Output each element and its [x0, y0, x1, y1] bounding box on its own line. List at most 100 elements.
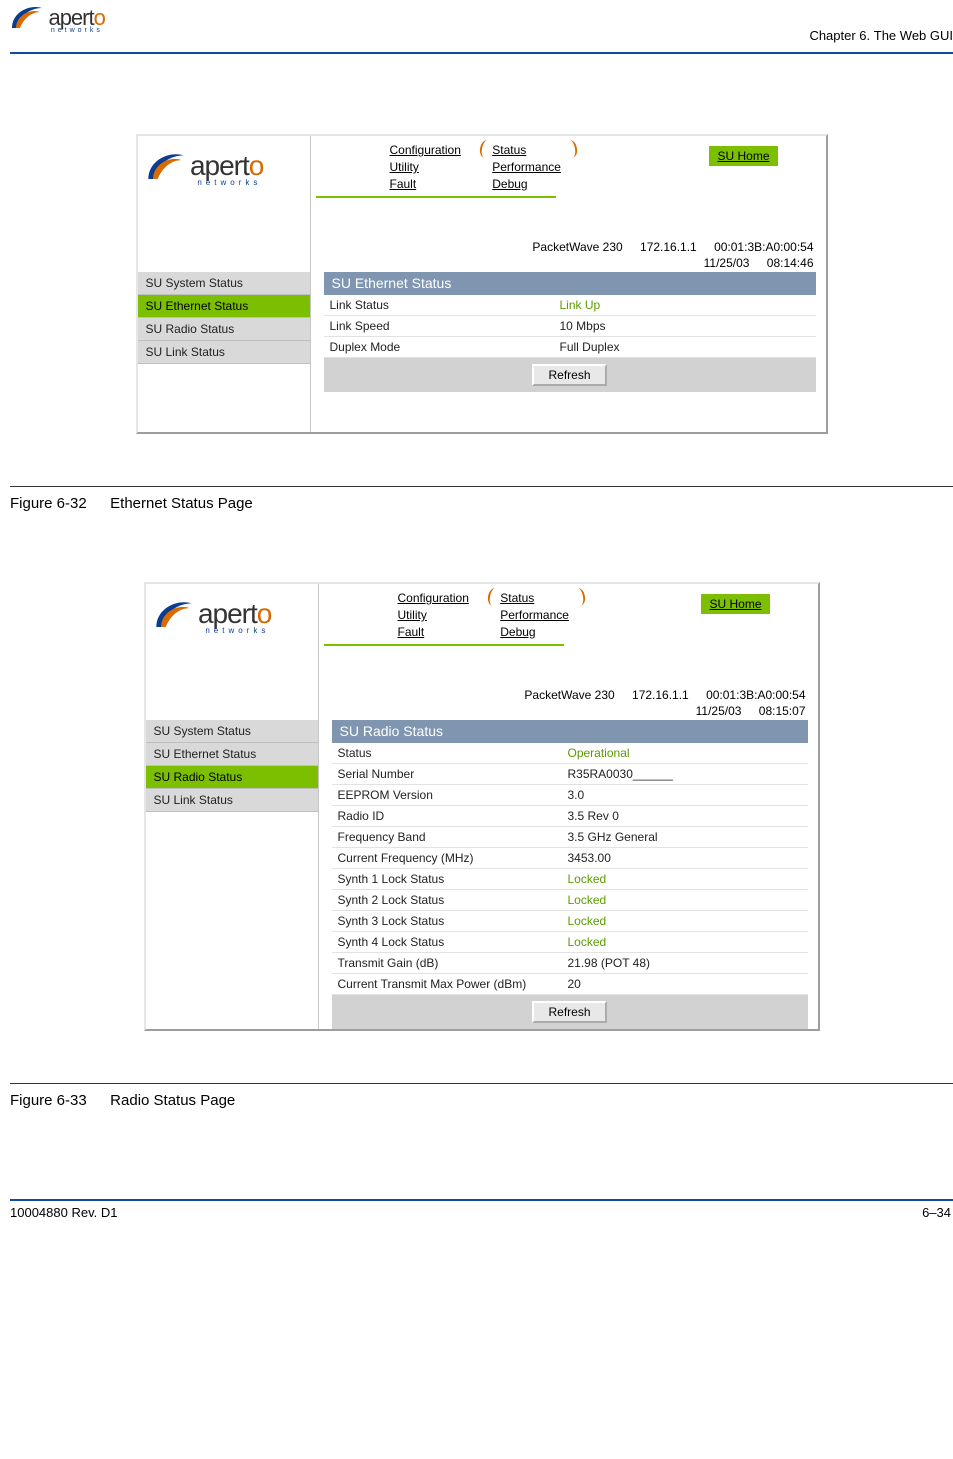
device-mac: 00:01:3B:A0:00:54	[714, 240, 813, 254]
figure-2-title: Radio Status Page	[110, 1092, 235, 1109]
row-value: 3.5 Rev 0	[568, 809, 802, 823]
table-row: Radio ID3.5 Rev 0	[332, 806, 808, 827]
row-value: Link Up	[560, 298, 810, 312]
row-label: Link Speed	[330, 319, 560, 333]
nav-fault[interactable]: Fault	[398, 624, 469, 641]
table-row: Duplex ModeFull Duplex	[324, 337, 816, 358]
sidebar-item[interactable]: SU Ethernet Status	[138, 295, 310, 318]
table-row: Link StatusLink Up	[324, 295, 816, 316]
device-ip: 172.16.1.1	[640, 240, 697, 254]
nav-debug[interactable]: Debug	[492, 176, 561, 193]
row-value: 21.98 (POT 48)	[568, 956, 802, 970]
table-row: Frequency Band3.5 GHz General	[332, 827, 808, 848]
row-label: Link Status	[330, 298, 560, 312]
row-value: Operational	[568, 746, 802, 760]
figure-1-window: aperto networks Configuration Utility Fa…	[136, 134, 828, 434]
swoosh-icon	[154, 596, 194, 637]
sidebar-item[interactable]: SU Ethernet Status	[146, 743, 318, 766]
row-label: EEPROM Version	[338, 788, 568, 802]
device-model: PacketWave 230	[532, 240, 622, 254]
info-bar: PacketWave 230 172.16.1.1 00:01:3B:A0:00…	[138, 236, 826, 272]
arc-right-icon	[563, 139, 578, 159]
nav-fault[interactable]: Fault	[390, 176, 461, 193]
info-bar: PacketWave 230 172.16.1.1 00:01:3B:A0:00…	[146, 684, 818, 720]
refresh-button[interactable]: Refresh	[532, 1001, 606, 1023]
row-label: Current Transmit Max Power (dBm)	[338, 977, 568, 991]
device-ip: 172.16.1.1	[632, 688, 689, 702]
row-value: Locked	[568, 914, 802, 928]
device-date: 11/25/03	[704, 256, 750, 270]
sidebar: SU System StatusSU Ethernet StatusSU Rad…	[146, 720, 318, 812]
row-label: Radio ID	[338, 809, 568, 823]
page-header: aperto networks Chapter 6. The Web GUI	[10, 6, 953, 54]
table-row: Current Transmit Max Power (dBm)20	[332, 974, 808, 995]
figure-2-caption: Figure 6-33 Radio Status Page	[10, 1092, 953, 1109]
row-value: Full Duplex	[560, 340, 810, 354]
table-row: Synth 2 Lock StatusLocked	[332, 890, 808, 911]
sidebar-item[interactable]: SU System Status	[146, 720, 318, 743]
su-home-button[interactable]: SU Home	[701, 594, 769, 614]
row-label: Synth 4 Lock Status	[338, 935, 568, 949]
sidebar-item[interactable]: SU Link Status	[146, 789, 318, 812]
header-rule	[10, 52, 953, 54]
row-label: Frequency Band	[338, 830, 568, 844]
arc-right-icon	[571, 587, 586, 607]
table-row: StatusOperational	[332, 743, 808, 764]
row-label: Synth 3 Lock Status	[338, 914, 568, 928]
device-date: 11/25/03	[696, 704, 742, 718]
device-mac: 00:01:3B:A0:00:54	[706, 688, 805, 702]
nav-status[interactable]: Status	[492, 142, 561, 159]
chapter-prefix: Chapter 6.	[809, 28, 870, 43]
swoosh-icon	[146, 148, 186, 189]
sidebar-item[interactable]: SU Radio Status	[146, 766, 318, 789]
embedded-logo: aperto networks	[154, 596, 272, 637]
nav-configuration[interactable]: Configuration	[398, 590, 469, 607]
row-label: Serial Number	[338, 767, 568, 781]
row-value: 3.5 GHz General	[568, 830, 802, 844]
page-number: 6–34	[922, 1205, 951, 1220]
row-value: 10 Mbps	[560, 319, 810, 333]
table-row: Serial NumberR35RA0030______	[332, 764, 808, 785]
row-label: Transmit Gain (dB)	[338, 956, 568, 970]
row-value: 20	[568, 977, 802, 991]
row-label: Duplex Mode	[330, 340, 560, 354]
row-value: 3.0	[568, 788, 802, 802]
sidebar: SU System StatusSU Ethernet StatusSU Rad…	[138, 272, 310, 364]
nav-utility[interactable]: Utility	[398, 607, 469, 624]
su-home-button[interactable]: SU Home	[709, 146, 777, 166]
doc-logo: aperto networks	[10, 2, 105, 37]
row-value: Locked	[568, 893, 802, 907]
nav-status[interactable]: Status	[500, 590, 569, 607]
nav-debug[interactable]: Debug	[500, 624, 569, 641]
swoosh-icon	[10, 2, 44, 37]
row-value: 3453.00	[568, 851, 802, 865]
table-row: EEPROM Version3.0	[332, 785, 808, 806]
nav-performance[interactable]: Performance	[500, 607, 569, 624]
nav-utility[interactable]: Utility	[390, 159, 461, 176]
sidebar-item[interactable]: SU Link Status	[138, 341, 310, 364]
logo-sub: networks	[48, 27, 102, 34]
figure-2-window: aperto networks Configuration Utility Fa…	[144, 582, 820, 1031]
table-row: Synth 4 Lock StatusLocked	[332, 932, 808, 953]
page-footer: 10004880 Rev. D1 6–34	[10, 1199, 953, 1220]
refresh-button[interactable]: Refresh	[532, 364, 606, 386]
row-label: Current Frequency (MHz)	[338, 851, 568, 865]
row-label: Synth 2 Lock Status	[338, 893, 568, 907]
row-value: Locked	[568, 872, 802, 886]
sidebar-item[interactable]: SU Radio Status	[138, 318, 310, 341]
nav-performance[interactable]: Performance	[492, 159, 561, 176]
table-row: Current Frequency (MHz)3453.00	[332, 848, 808, 869]
table-row: Link Speed10 Mbps	[324, 316, 816, 337]
panel-title: SU Ethernet Status	[324, 272, 816, 295]
figure-1-title: Ethernet Status Page	[110, 495, 253, 512]
caption-rule	[10, 486, 953, 487]
figure-2-number: Figure 6-33	[10, 1092, 106, 1109]
device-time: 08:14:46	[767, 256, 814, 270]
chapter-title: The Web GUI	[874, 28, 953, 43]
row-label: Synth 1 Lock Status	[338, 872, 568, 886]
sidebar-item[interactable]: SU System Status	[138, 272, 310, 295]
nav-configuration[interactable]: Configuration	[390, 142, 461, 159]
panel-title: SU Radio Status	[332, 720, 808, 743]
figure-1-number: Figure 6-32	[10, 495, 106, 512]
row-value: Locked	[568, 935, 802, 949]
